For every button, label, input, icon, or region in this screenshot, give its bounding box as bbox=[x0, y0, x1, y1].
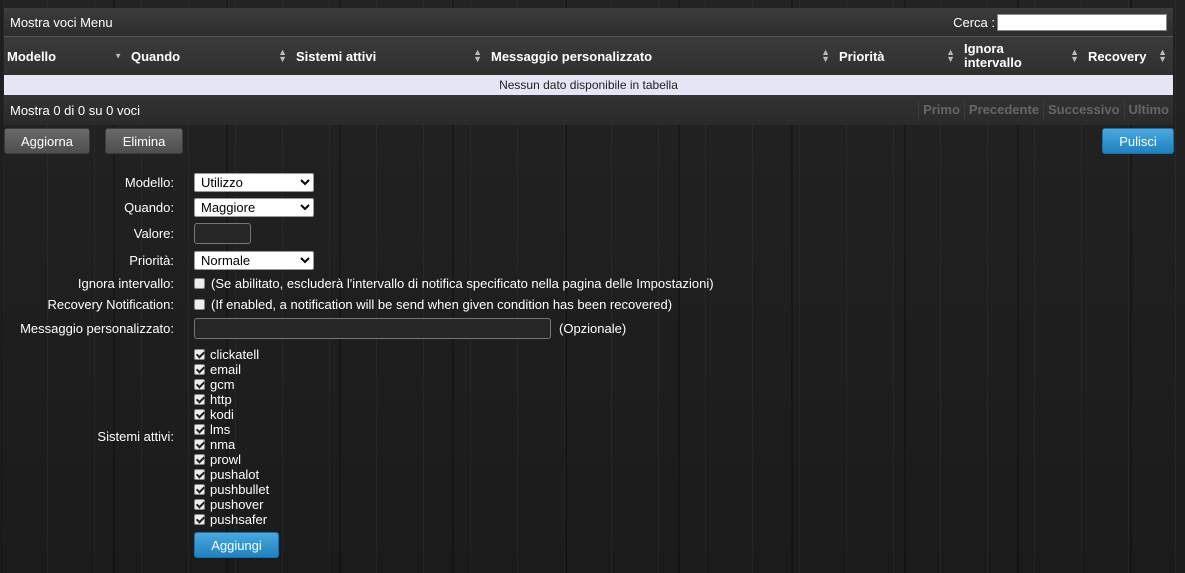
table-footer: Mostra 0 di 0 su 0 voci Primo Precedente… bbox=[4, 95, 1173, 125]
pagination: Primo Precedente Successivo Ultimo bbox=[918, 95, 1173, 125]
system-item-pushsafer: pushsafer bbox=[194, 512, 269, 527]
table-toolbar: Mostra voci Menu Cerca : bbox=[4, 8, 1173, 36]
system-item-gcm: gcm bbox=[194, 377, 269, 392]
column-header-priorita[interactable]: Priorità ▲ ▼ bbox=[836, 37, 961, 75]
message-label: Messaggio personalizzato: bbox=[20, 321, 174, 336]
refresh-button[interactable]: Aggiorna bbox=[4, 128, 90, 154]
systems-label: Sistemi attivi: bbox=[97, 429, 174, 444]
empty-row: Nessun dato disponibile in tabella bbox=[4, 75, 1173, 95]
system-item-kodi: kodi bbox=[194, 407, 269, 422]
search-input[interactable] bbox=[997, 13, 1167, 31]
sort-icon: ▲ ▼ bbox=[1070, 47, 1079, 64]
search-label: Cerca : bbox=[953, 14, 995, 30]
when-label: Quando: bbox=[124, 200, 174, 215]
sort-desc-icon: ▼ bbox=[114, 51, 122, 61]
system-label: pushover bbox=[210, 497, 264, 512]
system-checkbox-http[interactable] bbox=[194, 394, 205, 405]
message-hint: (Opzionale) bbox=[559, 321, 627, 336]
priority-label: Priorità: bbox=[129, 253, 174, 268]
system-checkbox-gcm[interactable] bbox=[194, 379, 205, 390]
sort-icon: ▲ ▼ bbox=[278, 47, 287, 64]
system-label: http bbox=[210, 392, 232, 407]
system-label: lms bbox=[210, 422, 231, 437]
pager-next[interactable]: Successivo bbox=[1043, 99, 1124, 121]
system-label: pushbullet bbox=[210, 482, 270, 497]
sort-icon: ▲ ▼ bbox=[821, 47, 830, 64]
system-checkbox-lms[interactable] bbox=[194, 424, 205, 435]
priority-select[interactable]: Normale bbox=[194, 251, 314, 270]
column-header-messaggio[interactable]: Messaggio personalizzato ▲ ▼ bbox=[488, 37, 836, 75]
ignore-interval-checkbox[interactable] bbox=[194, 278, 205, 289]
system-item-pushover: pushover bbox=[194, 497, 269, 512]
system-label: pushalot bbox=[210, 467, 260, 482]
system-label: prowl bbox=[210, 452, 242, 467]
recovery-checkbox[interactable] bbox=[194, 299, 205, 310]
system-checkbox-pushsafer[interactable] bbox=[194, 514, 205, 525]
ignore-interval-label: Ignora intervallo: bbox=[77, 276, 174, 291]
table-info: Mostra 0 di 0 su 0 voci bbox=[10, 102, 141, 118]
when-select[interactable]: Maggiore bbox=[194, 198, 314, 217]
system-checkbox-prowl[interactable] bbox=[194, 454, 205, 465]
system-item-prowl: prowl bbox=[194, 452, 269, 467]
notifications-table: Mostra voci Menu Cerca : Modello ▼ Quand… bbox=[4, 8, 1173, 125]
delete-button[interactable]: Elimina bbox=[105, 128, 183, 154]
system-checkbox-clickatell[interactable] bbox=[194, 349, 205, 360]
column-header-recovery[interactable]: Recovery ▲ ▼ bbox=[1085, 37, 1173, 75]
system-label: email bbox=[210, 362, 242, 377]
system-item-email: email bbox=[194, 362, 269, 377]
system-checkbox-pushalot[interactable] bbox=[194, 469, 205, 480]
system-label: gcm bbox=[210, 377, 235, 392]
message-input[interactable] bbox=[194, 318, 551, 339]
system-item-pushalot: pushalot bbox=[194, 467, 269, 482]
system-checkbox-kodi[interactable] bbox=[194, 409, 205, 420]
value-label: Valore: bbox=[133, 226, 174, 241]
clear-button[interactable]: Pulisci bbox=[1102, 128, 1174, 154]
add-button[interactable]: Aggiungi bbox=[194, 532, 279, 558]
sort-icon: ▲ ▼ bbox=[1158, 47, 1167, 64]
ignore-interval-text: (Se abilitato, escluderà l'intervallo di… bbox=[211, 276, 714, 291]
column-header-quando[interactable]: Quando ▲ ▼ bbox=[128, 37, 293, 75]
column-header-ignora[interactable]: Ignora intervallo ▲ ▼ bbox=[961, 37, 1085, 75]
systems-list: clickatell email gcm http kodi lms nma prowl pus… bbox=[194, 347, 269, 527]
pager-prev[interactable]: Precedente bbox=[963, 99, 1043, 121]
system-label: nma bbox=[210, 437, 236, 452]
model-label: Modello: bbox=[124, 175, 174, 190]
system-checkbox-nma[interactable] bbox=[194, 439, 205, 450]
system-item-nma: nma bbox=[194, 437, 269, 452]
pager-last[interactable]: Ultimo bbox=[1123, 99, 1173, 121]
system-item-http: http bbox=[194, 392, 269, 407]
value-input[interactable] bbox=[194, 223, 251, 244]
system-checkbox-pushover[interactable] bbox=[194, 499, 205, 510]
column-header-sistemi[interactable]: Sistemi attivi ▲ ▼ bbox=[293, 37, 488, 75]
system-label: pushsafer bbox=[210, 512, 268, 527]
system-label: clickatell bbox=[210, 347, 260, 362]
system-label: kodi bbox=[210, 407, 234, 422]
pager-first[interactable]: Primo bbox=[918, 99, 964, 121]
table-title: Mostra voci Menu bbox=[10, 14, 113, 30]
recovery-row: (If enabled, a notification will be send… bbox=[194, 297, 672, 312]
ignore-interval-row: (Se abilitato, escluderà l'intervallo di… bbox=[194, 276, 714, 291]
column-header-modello[interactable]: Modello ▼ bbox=[4, 37, 128, 75]
model-select[interactable]: Utilizzo bbox=[194, 173, 314, 192]
system-checkbox-email[interactable] bbox=[194, 364, 205, 375]
system-item-clickatell: clickatell bbox=[194, 347, 269, 362]
system-item-pushbullet: pushbullet bbox=[194, 482, 269, 497]
system-item-lms: lms bbox=[194, 422, 269, 437]
table-header: Modello ▼ Quando ▲ ▼ Sistemi attivi ▲ ▼ Me… bbox=[4, 36, 1173, 75]
sort-icon: ▲ ▼ bbox=[946, 47, 955, 64]
sort-icon: ▲ ▼ bbox=[473, 47, 482, 64]
recovery-text: (If enabled, a notification will be send… bbox=[211, 297, 673, 312]
recovery-label: Recovery Notification: bbox=[47, 297, 174, 312]
system-checkbox-pushbullet[interactable] bbox=[194, 484, 205, 495]
search-box: Cerca : bbox=[953, 13, 1167, 31]
